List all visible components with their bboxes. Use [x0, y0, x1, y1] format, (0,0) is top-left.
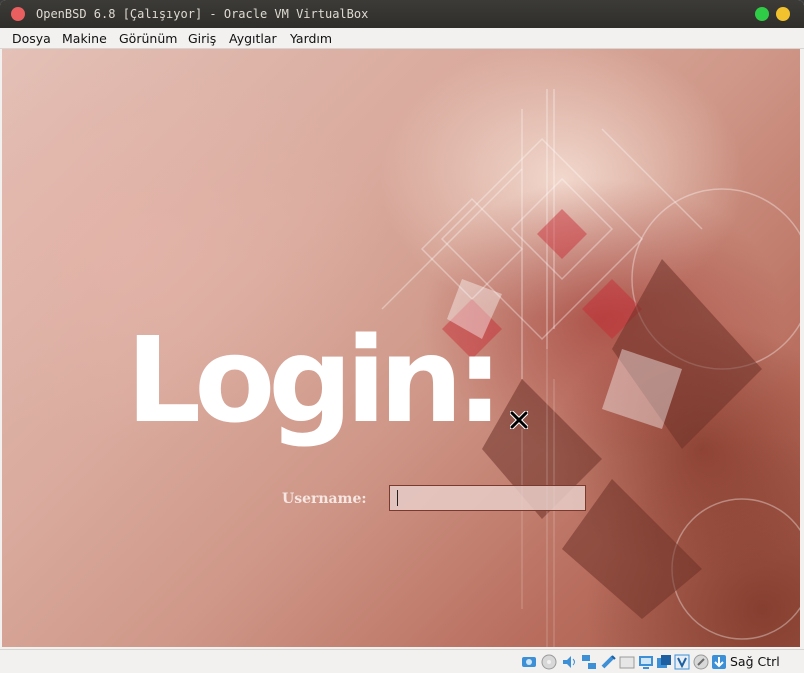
login-title: Login: [126, 311, 503, 449]
hard-disk-icon[interactable] [521, 654, 537, 670]
menu-bar: Dosya Makine Görünüm Giriş Aygıtlar Yard… [0, 28, 804, 49]
video-capture-icon[interactable] [656, 654, 672, 670]
shared-folders-icon[interactable] [619, 654, 635, 670]
username-label: Username: [282, 491, 367, 507]
menu-aygitlar[interactable]: Aygıtlar [229, 31, 277, 46]
host-key-arrow-icon[interactable] [711, 654, 727, 670]
usb-icon[interactable] [600, 654, 616, 670]
maximize-button[interactable] [776, 7, 790, 21]
title-bar[interactable]: OpenBSD 6.8 [Çalışıyor] - Oracle VM Virt… [0, 0, 804, 28]
menu-yardim[interactable]: Yardım [290, 31, 332, 46]
menu-gorunum[interactable]: Görünüm [119, 31, 177, 46]
window-title: OpenBSD 6.8 [Çalışıyor] - Oracle VM Virt… [36, 7, 369, 21]
host-key-label: Sağ Ctrl [730, 654, 780, 669]
optical-drive-icon[interactable] [541, 654, 557, 670]
close-button[interactable] [11, 7, 25, 21]
minimize-button[interactable] [755, 7, 769, 21]
network-icon[interactable] [581, 654, 597, 670]
virtualization-icon[interactable] [674, 654, 690, 670]
menu-dosya[interactable]: Dosya [12, 31, 51, 46]
x-cursor-icon [510, 411, 528, 429]
virtualbox-window: OpenBSD 6.8 [Çalışıyor] - Oracle VM Virt… [0, 0, 804, 673]
mouse-integration-icon[interactable] [693, 654, 709, 670]
status-bar: Sağ Ctrl [0, 649, 804, 673]
menu-makine[interactable]: Makine [62, 31, 107, 46]
username-input[interactable] [389, 485, 586, 511]
menu-giris[interactable]: Giriş [188, 31, 216, 46]
display-icon[interactable] [638, 654, 654, 670]
audio-icon[interactable] [561, 654, 577, 670]
text-caret [397, 490, 398, 506]
guest-screen[interactable]: Login: Username: [2, 49, 800, 647]
